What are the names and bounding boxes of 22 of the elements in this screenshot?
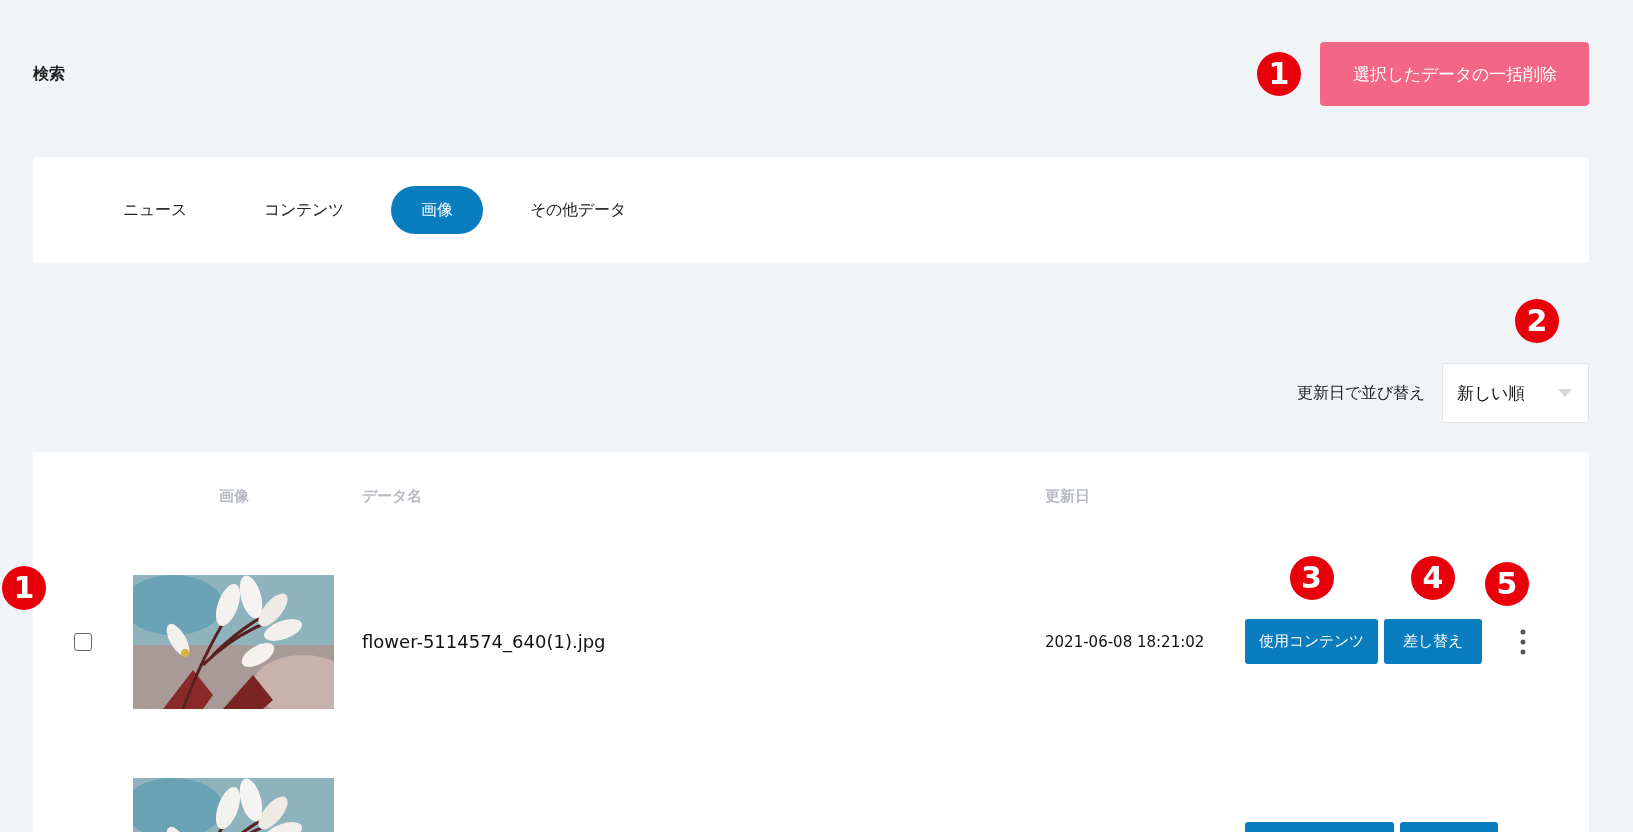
column-header: 画像: [218, 486, 249, 506]
action-button[interactable]: 差し替え: [1384, 619, 1482, 664]
sort-label: 更新日で並び替え: [1297, 382, 1425, 404]
caret-icon: [1558, 389, 1572, 397]
updated-date: 2021-06-08 18:21:02: [1045, 632, 1206, 651]
number-badge: 1: [2, 565, 46, 610]
column-header: 更新日: [1045, 486, 1090, 506]
action-button[interactable]: 使用コンテンツ: [1245, 619, 1378, 664]
column-header: データ名: [362, 486, 422, 506]
sort-select[interactable]: 新しい順: [1442, 363, 1589, 423]
file-name: flower-5114574_640(1).jpg: [362, 631, 607, 652]
tab[interactable]: 画像: [391, 186, 483, 234]
number-badge: 5: [1485, 561, 1529, 606]
number-badge: 4: [1411, 556, 1455, 600]
tab[interactable]: ニュース: [93, 186, 217, 234]
tab[interactable]: その他データ: [500, 186, 656, 234]
number-badge: 2: [1515, 299, 1559, 343]
checkbox[interactable]: [74, 632, 92, 651]
tab[interactable]: コンテンツ: [234, 186, 374, 234]
number-badge: 1: [1257, 52, 1301, 96]
page-title: 検索: [33, 63, 65, 85]
number-badge: 3: [1289, 556, 1334, 600]
